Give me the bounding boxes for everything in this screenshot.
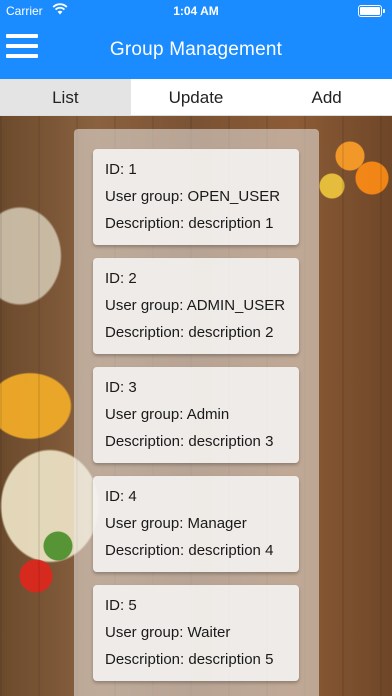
group-description: Description: description 4 [105, 542, 274, 559]
group-id: ID: 4 [105, 488, 137, 505]
group-name: User group: Admin [105, 406, 230, 423]
group-card[interactable]: ID: 5 User group: Waiter Description: de… [93, 585, 299, 681]
status-bar: Carrier 1:04 AM [0, 0, 392, 22]
navigation-bar: Group Management [0, 22, 392, 79]
group-id: ID: 5 [105, 597, 137, 614]
group-name: User group: OPEN_USER [105, 188, 281, 205]
group-name: User group: Manager [105, 515, 247, 532]
tab-list[interactable]: List [0, 79, 131, 115]
tab-add[interactable]: Add [261, 79, 392, 115]
group-id: ID: 1 [105, 161, 137, 178]
group-card[interactable]: ID: 3 User group: Admin Description: des… [93, 367, 299, 463]
group-card[interactable]: ID: 1 User group: OPEN_USER Description:… [93, 149, 299, 245]
group-description: Description: description 2 [105, 324, 274, 341]
group-description: Description: description 3 [105, 433, 274, 450]
group-description: Description: description 5 [105, 651, 274, 668]
group-name: User group: Waiter [105, 624, 231, 641]
group-name: User group: ADMIN_USER [105, 297, 286, 314]
group-id: ID: 3 [105, 379, 137, 396]
group-id: ID: 2 [105, 270, 137, 287]
group-description: Description: description 1 [105, 215, 274, 232]
clock: 1:04 AM [173, 4, 219, 18]
group-card[interactable]: ID: 2 User group: ADMIN_USER Description… [93, 258, 299, 354]
battery-icon [358, 5, 385, 17]
tab-bar: List Update Add [0, 79, 392, 116]
group-card[interactable]: ID: 4 User group: Manager Description: d… [93, 476, 299, 572]
tab-update[interactable]: Update [131, 79, 262, 115]
page-title: Group Management [109, 39, 283, 60]
